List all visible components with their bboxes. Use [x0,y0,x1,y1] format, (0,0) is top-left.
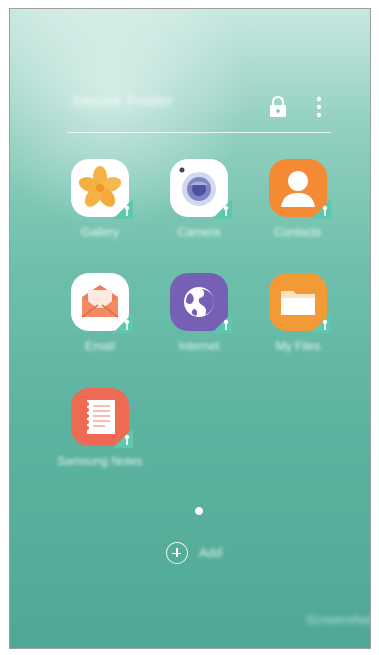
app-gallery[interactable]: Gallery [55,159,145,259]
add-apps-label: Add [199,545,223,560]
app-camera[interactable]: Camera [154,159,244,259]
header-divider [67,132,331,133]
secure-key-badge-icon [311,313,331,333]
lock-button[interactable] [268,96,288,118]
secure-key-badge-icon [113,199,133,219]
secure-key-badge-icon [113,428,133,448]
app-label: Internet [178,339,220,353]
secure-folder-screen: Secure Folder Gallery Camera Contacts Em… [9,8,371,649]
app-label: Camera [177,225,221,239]
secure-key-badge-icon [311,199,331,219]
app-label: Contacts [274,225,322,239]
lock-icon [270,96,286,117]
app-label: Samsung Notes [57,454,143,468]
secure-key-badge-icon [113,313,133,333]
app-label: My Files [275,339,321,353]
app-contacts[interactable]: Contacts [253,159,343,259]
folder-title: Secure Folder [72,93,173,110]
app-label: Gallery [80,225,119,239]
app-label: Email [84,339,115,353]
app-email[interactable]: Email [55,273,145,373]
more-vertical-icon [316,96,322,118]
app-internet[interactable]: Internet [154,273,244,373]
app-my-files[interactable]: My Files [253,273,343,373]
add-apps-button[interactable]: Add [166,542,246,568]
secure-key-badge-icon [212,199,232,219]
corner-label: Screenshot [306,612,371,627]
plus-circle-icon [166,542,188,564]
app-samsung-notes[interactable]: Samsung Notes [55,388,145,488]
page-indicator-dot [195,507,203,515]
secure-key-badge-icon [212,313,232,333]
more-options-button[interactable] [314,95,324,119]
